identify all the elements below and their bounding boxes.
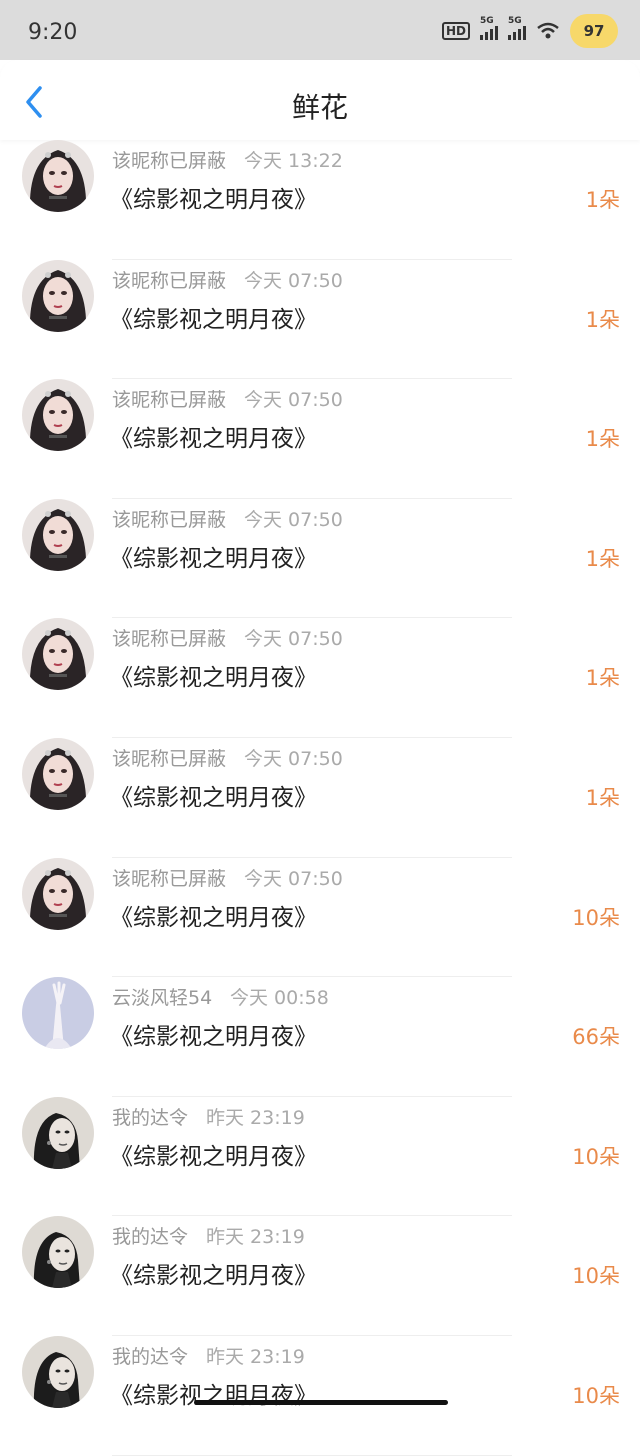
hd-icon: HD bbox=[441, 22, 470, 40]
flower-count: 1朵 bbox=[585, 307, 620, 332]
book-title[interactable]: 《综影视之明月夜》 bbox=[110, 539, 317, 573]
list-item[interactable]: 该昵称已屏蔽 今天 07:50 《综影视之明月夜》 1朵 bbox=[0, 259, 640, 380]
flower-count: 1朵 bbox=[585, 546, 620, 571]
list-item[interactable]: 该昵称已屏蔽 今天 07:50 《综影视之明月夜》 1朵 bbox=[0, 618, 640, 738]
nickname: 该昵称已屏蔽 bbox=[112, 150, 227, 172]
status-time: 9:20 bbox=[28, 20, 78, 45]
timestamp: 今天 07:50 bbox=[244, 628, 343, 651]
wifi-icon bbox=[537, 22, 559, 39]
flower-count: 10朵 bbox=[572, 1383, 620, 1408]
book-title[interactable]: 《综影视之明月夜》 bbox=[110, 658, 317, 692]
book-title[interactable]: 《综影视之明月夜》 bbox=[110, 1017, 317, 1051]
flower-list: 该昵称已屏蔽 今天 13:22 《综影视之明月夜》 1朵 该昵称已屏蔽 今天 07:50 《… bbox=[0, 140, 640, 1456]
list-item[interactable]: 该昵称已屏蔽 今天 07:50 《综影视之明月夜》 1朵 bbox=[0, 379, 640, 499]
nickname: 我的达令 bbox=[112, 1106, 189, 1129]
battery-icon: 97 bbox=[570, 14, 618, 48]
nav-bar: 鲜花 bbox=[0, 60, 640, 140]
nickname: 云淡风轻54 bbox=[112, 987, 213, 1010]
avatar[interactable] bbox=[22, 1216, 94, 1289]
book-title[interactable]: 《综影视之明月夜》 bbox=[110, 180, 317, 214]
avatar[interactable] bbox=[22, 140, 94, 212]
divider bbox=[112, 1454, 512, 1456]
avatar[interactable] bbox=[22, 1096, 94, 1169]
signal-5g-icon: 5G bbox=[480, 16, 498, 40]
flower-count: 66朵 bbox=[572, 1025, 620, 1050]
timestamp: 今天 07:50 bbox=[244, 389, 343, 412]
flower-count: 1朵 bbox=[585, 427, 620, 452]
avatar[interactable] bbox=[22, 498, 94, 571]
nickname: 我的达令 bbox=[112, 1226, 189, 1249]
nickname: 该昵称已屏蔽 bbox=[112, 867, 227, 890]
timestamp: 今天 07:50 bbox=[244, 269, 343, 292]
list-item[interactable]: 我的达令 昨天 23:19 《综影视之明月夜》 10朵 bbox=[0, 1335, 640, 1456]
book-title[interactable]: 《综影视之明月夜》 bbox=[110, 300, 317, 334]
timestamp: 今天 07:50 bbox=[244, 747, 343, 770]
list-item[interactable]: 该昵称已屏蔽 今天 13:22 《综影视之明月夜》 1朵 bbox=[0, 140, 640, 260]
nickname: 该昵称已屏蔽 bbox=[112, 747, 227, 770]
home-indicator[interactable] bbox=[194, 1400, 448, 1405]
avatar[interactable] bbox=[22, 259, 94, 332]
avatar[interactable] bbox=[22, 737, 94, 810]
timestamp: 昨天 23:19 bbox=[206, 1345, 305, 1368]
list-item[interactable]: 我的达令 昨天 23:19 《综影视之明月夜》 10朵 bbox=[0, 1096, 640, 1217]
nickname: 我的达令 bbox=[112, 1345, 189, 1368]
book-title[interactable]: 《综影视之明月夜》 bbox=[110, 1256, 317, 1290]
flower-count: 10朵 bbox=[572, 1264, 620, 1289]
book-title[interactable]: 《综影视之明月夜》 bbox=[110, 778, 317, 812]
nickname: 该昵称已屏蔽 bbox=[112, 508, 227, 531]
nickname: 该昵称已屏蔽 bbox=[112, 628, 227, 651]
status-icons: HD 5G 5G 97 bbox=[441, 14, 618, 48]
timestamp: 今天 13:22 bbox=[244, 150, 343, 172]
status-bar: 9:20 HD 5G 5G 97 bbox=[0, 0, 640, 60]
flower-count: 10朵 bbox=[572, 1144, 620, 1169]
flower-count: 1朵 bbox=[585, 666, 620, 691]
list-item[interactable]: 我的达令 昨天 23:19 《综影视之明月夜》 10朵 bbox=[0, 1216, 640, 1336]
timestamp: 昨天 23:19 bbox=[206, 1226, 305, 1249]
book-title[interactable]: 《综影视之明月夜》 bbox=[110, 1137, 317, 1171]
flower-count: 1朵 bbox=[585, 785, 620, 810]
signal-5g-icon: 5G bbox=[508, 16, 526, 40]
timestamp: 今天 07:50 bbox=[244, 867, 343, 890]
list-item[interactable]: 云淡风轻54 今天 00:58 《综影视之明月夜》 66朵 bbox=[0, 977, 640, 1097]
book-title[interactable]: 《综影视之明月夜》 bbox=[110, 898, 317, 932]
timestamp: 今天 00:58 bbox=[230, 987, 329, 1010]
avatar[interactable] bbox=[22, 857, 94, 930]
list-item[interactable]: 该昵称已屏蔽 今天 07:50 《综影视之明月夜》 1朵 bbox=[0, 737, 640, 858]
list-item[interactable]: 该昵称已屏蔽 今天 07:50 《综影视之明月夜》 10朵 bbox=[0, 857, 640, 978]
flower-count: 10朵 bbox=[572, 905, 620, 930]
avatar[interactable] bbox=[22, 977, 94, 1050]
flower-count: 1朵 bbox=[585, 188, 620, 212]
book-title[interactable]: 《综影视之明月夜》 bbox=[110, 419, 317, 453]
page-title: 鲜花 bbox=[291, 91, 348, 124]
nickname: 该昵称已屏蔽 bbox=[112, 269, 227, 292]
avatar[interactable] bbox=[22, 618, 94, 691]
nickname: 该昵称已屏蔽 bbox=[112, 389, 227, 412]
timestamp: 今天 07:50 bbox=[244, 508, 343, 531]
avatar[interactable] bbox=[22, 379, 94, 452]
timestamp: 昨天 23:19 bbox=[206, 1106, 305, 1129]
list-item[interactable]: 该昵称已屏蔽 今天 07:50 《综影视之明月夜》 1朵 bbox=[0, 498, 640, 619]
avatar[interactable] bbox=[22, 1335, 94, 1408]
